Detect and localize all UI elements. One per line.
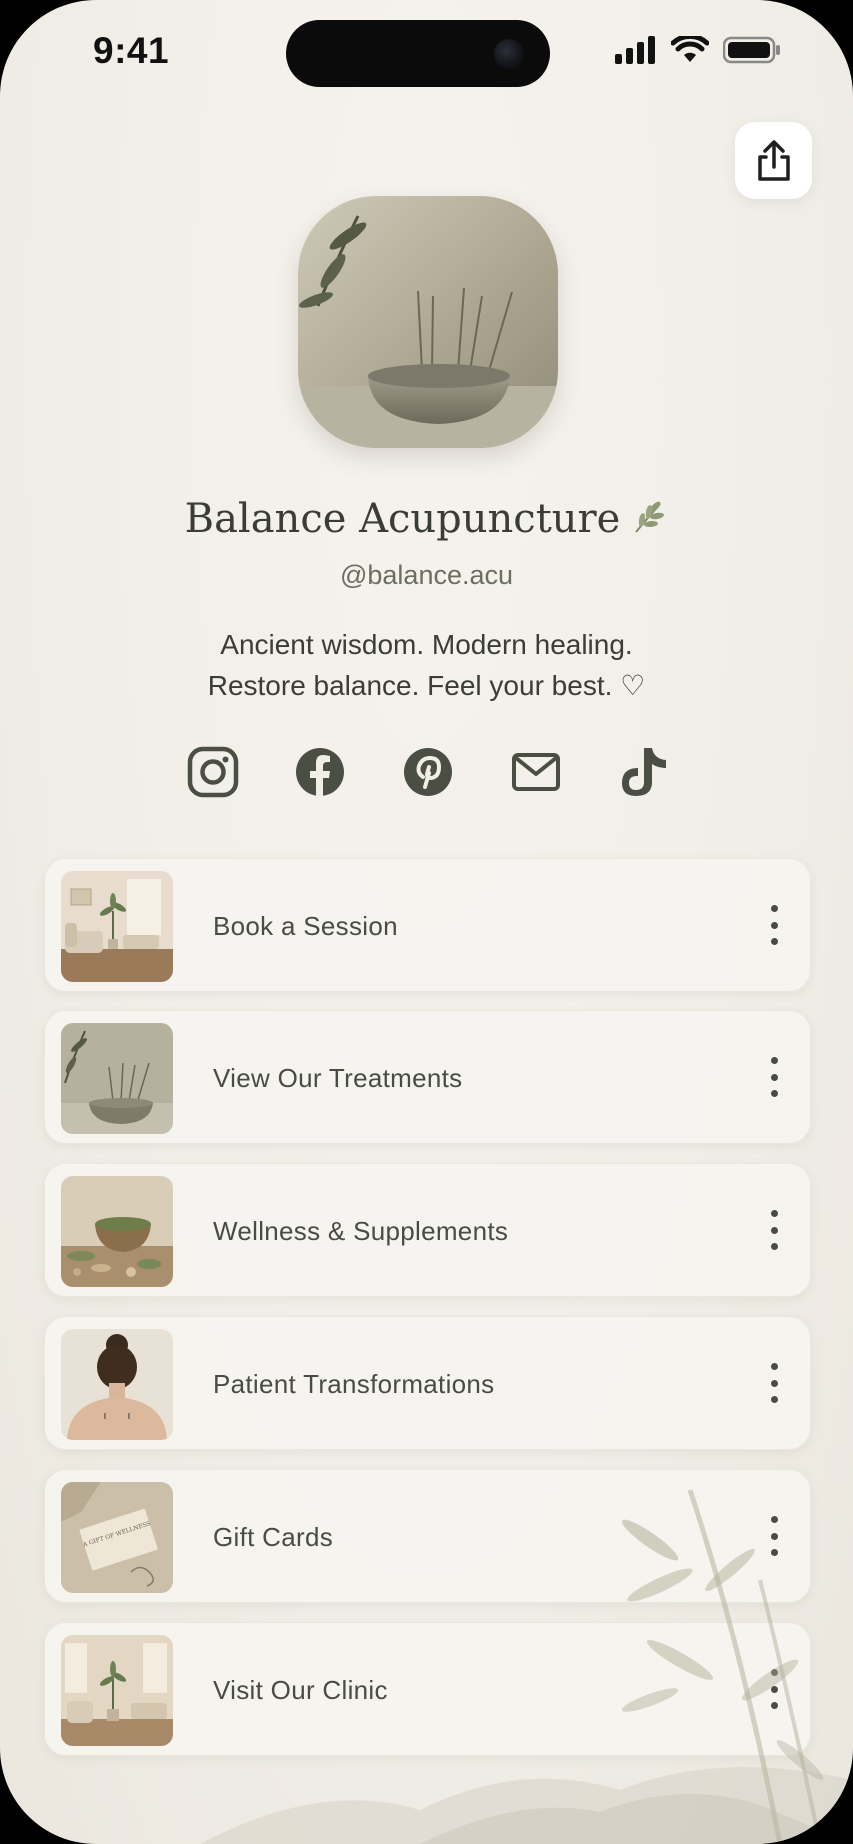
instagram-icon[interactable] xyxy=(185,744,241,800)
link-card-gift-cards[interactable]: A GIFT OF WELLNESS Gift Cards xyxy=(44,1469,811,1603)
battery-icon xyxy=(723,36,780,64)
link-card-transformations[interactable]: Patient Transformations xyxy=(44,1316,811,1450)
share-icon xyxy=(757,139,790,181)
thumbnail-clinic-room xyxy=(61,1635,173,1746)
link-label: Wellness & Supplements xyxy=(213,1215,509,1246)
profile-name-text: Balance Acupuncture xyxy=(184,496,621,542)
dynamic-island xyxy=(286,20,550,87)
mail-icon[interactable] xyxy=(508,744,564,800)
more-options-icon[interactable] xyxy=(764,1516,784,1556)
wifi-icon xyxy=(671,36,709,62)
pinterest-icon[interactable] xyxy=(400,744,456,800)
more-options-icon[interactable] xyxy=(764,905,784,945)
facebook-icon[interactable] xyxy=(292,744,348,800)
bio-line-2: Restore balance. Feel your best. ♡ xyxy=(207,670,646,701)
link-card-book-session[interactable]: Book a Session xyxy=(44,858,811,992)
leaf-icon xyxy=(630,498,668,546)
thumbnail-needle-bowl xyxy=(61,1023,173,1134)
link-label: Visit Our Clinic xyxy=(213,1674,388,1705)
social-links xyxy=(0,744,853,800)
link-label: Patient Transformations xyxy=(213,1368,495,1399)
thumbnail-gift-card: A GIFT OF WELLNESS xyxy=(61,1482,173,1593)
link-card-treatments[interactable]: View Our Treatments xyxy=(44,1010,811,1144)
share-button[interactable] xyxy=(735,122,812,199)
link-card-visit-clinic[interactable]: Visit Our Clinic xyxy=(44,1622,811,1756)
status-icons xyxy=(615,36,781,64)
phone-screen: 9:41 Balance Acupuncture @balance.acu An… xyxy=(0,0,853,1844)
tiktok-icon[interactable] xyxy=(616,744,672,800)
link-card-wellness[interactable]: Wellness & Supplements xyxy=(44,1163,811,1297)
link-label: Book a Session xyxy=(213,910,398,941)
link-label: View Our Treatments xyxy=(213,1062,463,1093)
profile-handle: @balance.acu xyxy=(339,560,514,590)
thumbnail-room-interior xyxy=(61,871,173,982)
status-time: 9:41 xyxy=(93,30,170,71)
thumbnail-patient-back xyxy=(61,1329,173,1440)
profile-bio: Ancient wisdom. Modern healing. Restore … xyxy=(0,624,853,706)
profile-name: Balance Acupuncture xyxy=(0,496,853,546)
profile-avatar xyxy=(298,196,558,448)
link-label: Gift Cards xyxy=(213,1521,334,1552)
bio-line-1: Ancient wisdom. Modern healing. xyxy=(220,629,633,660)
more-options-icon[interactable] xyxy=(764,1669,784,1709)
more-options-icon[interactable] xyxy=(764,1210,784,1250)
thumbnail-herb-bowl xyxy=(61,1176,173,1287)
more-options-icon[interactable] xyxy=(764,1363,784,1403)
more-options-icon[interactable] xyxy=(764,1057,784,1097)
signal-icon xyxy=(615,36,655,64)
